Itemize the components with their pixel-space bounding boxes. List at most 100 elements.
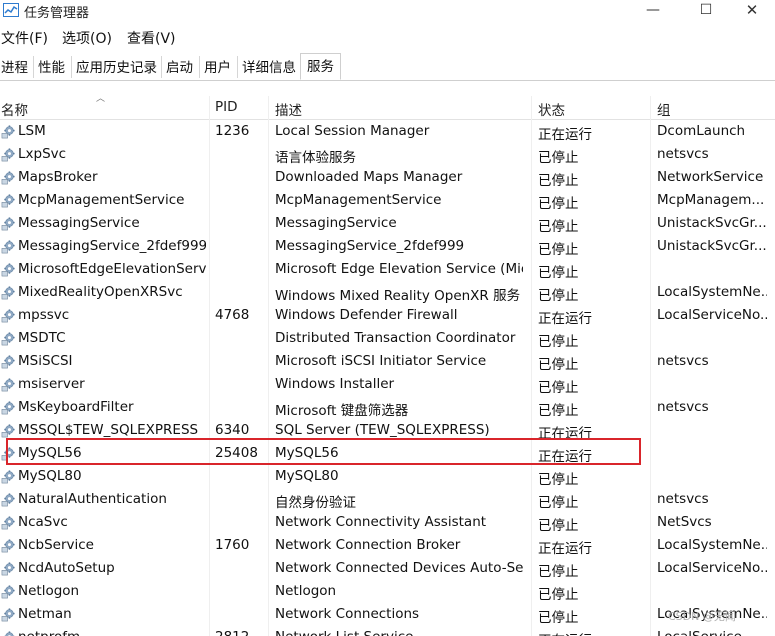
column-group[interactable]: 组 — [657, 99, 671, 119]
service-name: MSiSCSI — [18, 353, 73, 369]
service-group: LocalSystemNe... — [657, 284, 767, 300]
service-group: NetworkService — [657, 169, 764, 185]
tab-performance[interactable]: 性能 — [38, 56, 65, 76]
service-gear-icon — [1, 561, 16, 576]
service-row[interactable]: Netlogon Netlogon 已停止 — [0, 580, 775, 603]
service-status: 已停止 — [538, 380, 579, 396]
service-gear-icon — [1, 538, 16, 553]
service-row[interactable]: NcbService 1760 Network Connection Broker 正… — [0, 534, 775, 557]
service-row[interactable]: MySQL80 MySQL80 已停止 — [0, 465, 775, 488]
tab-processes[interactable]: 进程 — [1, 56, 28, 76]
service-description: Windows Mixed Reality OpenXR 服务 — [275, 288, 521, 304]
service-name: MessagingService_2fdef999 — [18, 238, 206, 254]
service-row[interactable]: MSiSCSI Microsoft iSCSI Initiator Service… — [0, 350, 775, 373]
service-group: McpManagem... — [657, 192, 765, 208]
column-name[interactable]: 名称 — [1, 99, 28, 119]
menu-view[interactable]: 查看(V) — [127, 28, 176, 48]
service-status: 已停止 — [538, 357, 579, 373]
tab-startup[interactable]: 启动 — [166, 56, 193, 76]
task-manager-icon — [3, 3, 19, 17]
service-status: 已停止 — [538, 196, 579, 212]
service-row[interactable]: MapsBroker Downloaded Maps Manager 已停止 Netw… — [0, 166, 775, 189]
service-group: LocalServiceNo... — [657, 560, 767, 576]
tab-services[interactable]: 服务 — [300, 53, 341, 80]
service-row[interactable]: MessagingService MessagingService 已停止 Unist… — [0, 212, 775, 235]
tab-divider — [237, 56, 238, 78]
service-status: 已停止 — [538, 242, 579, 258]
maximize-button[interactable]: ☐ — [683, 0, 729, 22]
service-name: Netman — [18, 606, 72, 622]
tab-divider — [161, 56, 162, 78]
close-button[interactable]: ✕ — [729, 0, 775, 22]
service-description: Microsoft 键盘筛选器 — [275, 403, 409, 419]
service-name: NcdAutoSetup — [18, 560, 115, 576]
tab-app-history[interactable]: 应用历史记录 — [76, 56, 157, 76]
tab-divider — [71, 56, 72, 78]
service-row[interactable]: MicrosoftEdgeElevationServi... Microsoft … — [0, 258, 775, 281]
service-name: msiserver — [18, 376, 85, 392]
service-row[interactable]: MSDTC Distributed Transaction Coordinator… — [0, 327, 775, 350]
service-row[interactable]: MSSQL$TEW_SQLEXPRESS 6340 SQL Server (TEW_… — [0, 419, 775, 442]
service-status: 已停止 — [538, 495, 579, 511]
service-gear-icon — [1, 331, 16, 346]
service-name: MSDTC — [18, 330, 66, 346]
service-description: Microsoft iSCSI Initiator Service — [275, 353, 487, 369]
service-description: 语言体验服务 — [275, 150, 356, 166]
service-group: netsvcs — [657, 399, 709, 415]
column-pid[interactable]: PID — [215, 99, 238, 115]
service-status: 已停止 — [538, 403, 579, 419]
service-group: LocalServiceNo... — [657, 307, 767, 323]
service-name: Netlogon — [18, 583, 80, 599]
column-header: ︿ 名称 PID 描述 状态 组 — [0, 94, 775, 120]
service-description: MySQL56 — [275, 445, 339, 461]
service-status: 正在运行 — [538, 127, 592, 143]
service-row[interactable]: MySQL56 25408 MySQL56 正在运行 — [0, 442, 775, 465]
service-gear-icon — [1, 492, 16, 507]
service-status: 已停止 — [538, 265, 579, 281]
service-description: Netlogon — [275, 583, 337, 599]
service-gear-icon — [1, 124, 16, 139]
service-group: UnistackSvcGr... — [657, 215, 767, 231]
service-group: LocalSystemNe... — [657, 537, 767, 553]
service-row[interactable]: Netman Network Connections 已停止 LocalSystemN… — [0, 603, 775, 626]
service-row[interactable]: NaturalAuthentication 自然身份验证 已停止 netsvcs — [0, 488, 775, 511]
menu-options[interactable]: 选项(O) — [62, 28, 112, 48]
service-row[interactable]: msiserver Windows Installer 已停止 — [0, 373, 775, 396]
tab-bar: 进程 性能 应用历史记录 启动 用户 详细信息 服务 — [0, 50, 775, 81]
service-row[interactable]: LSM 1236 Local Session Manager 正在运行 DcomLaun… — [0, 120, 775, 143]
tab-users[interactable]: 用户 — [204, 56, 231, 76]
service-row[interactable]: mpssvc 4768 Windows Defender Firewall 正在运行 L… — [0, 304, 775, 327]
column-status[interactable]: 状态 — [538, 99, 565, 119]
service-description: MySQL80 — [275, 468, 339, 484]
service-row[interactable]: MsKeyboardFilter Microsoft 键盘筛选器 已停止 netsvc… — [0, 396, 775, 419]
service-gear-icon — [1, 147, 16, 162]
tab-details[interactable]: 详细信息 — [242, 56, 296, 76]
service-row[interactable]: NcaSvc Network Connectivity Assistant 已停止 N… — [0, 511, 775, 534]
window-title: 任务管理器 — [24, 6, 90, 21]
tab-divider — [199, 56, 200, 78]
service-status: 已停止 — [538, 334, 579, 350]
service-row[interactable]: McpManagementService McpManagementService… — [0, 189, 775, 212]
service-description: Network Connected Devices Auto-Set... — [275, 560, 523, 576]
service-row[interactable]: netprofm 2812 Network List Service 正在运行 Loca… — [0, 626, 775, 636]
service-row[interactable]: NcdAutoSetup Network Connected Devices Au… — [0, 557, 775, 580]
service-gear-icon — [1, 239, 16, 254]
service-row[interactable]: MessagingService_2fdef999 MessagingServic… — [0, 235, 775, 258]
menu-file[interactable]: 文件(F) — [1, 28, 48, 48]
service-description: Local Session Manager — [275, 123, 430, 139]
watermark: CSDN @无闻 — [668, 610, 736, 623]
service-row[interactable]: LxpSvc 语言体验服务 已停止 netsvcs — [0, 143, 775, 166]
service-status: 已停止 — [538, 219, 579, 235]
service-status: 已停止 — [538, 472, 579, 488]
service-group: NetSvcs — [657, 514, 712, 530]
service-description: Distributed Transaction Coordinator — [275, 330, 516, 346]
column-description[interactable]: 描述 — [275, 99, 302, 119]
service-gear-icon — [1, 170, 16, 185]
service-description: Network Connectivity Assistant — [275, 514, 487, 530]
service-status: 已停止 — [538, 564, 579, 580]
service-description: MessagingService_2fdef999 — [275, 238, 465, 254]
minimize-button[interactable]: — — [630, 0, 676, 22]
service-description: Network List Service — [275, 629, 523, 636]
service-row[interactable]: MixedRealityOpenXRSvc Windows Mixed Reali… — [0, 281, 775, 304]
service-name: LSM — [18, 123, 46, 139]
